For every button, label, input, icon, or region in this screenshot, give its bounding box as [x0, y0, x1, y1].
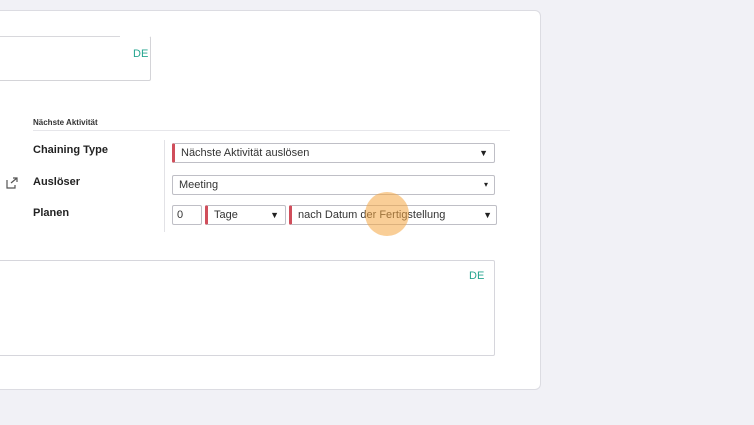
- chevron-down-icon: ▼: [483, 210, 492, 220]
- chaining-type-label: Chaining Type: [33, 144, 108, 156]
- notes-textarea[interactable]: [0, 260, 495, 356]
- chaining-type-select[interactable]: Nächste Aktivität auslösen ▼: [172, 143, 495, 163]
- trigger-select[interactable]: Meeting ▾: [172, 175, 495, 195]
- schedule-amount-value: 0: [177, 209, 184, 221]
- schedule-amount-input[interactable]: 0: [172, 205, 202, 225]
- name-field-lang-tag[interactable]: DE: [133, 48, 148, 60]
- chevron-down-icon: ▼: [479, 148, 488, 158]
- name-field[interactable]: [0, 36, 151, 81]
- schedule-reference-select[interactable]: nach Datum der Fertigstellung ▼: [289, 205, 497, 225]
- chaining-type-value: Nächste Aktivität auslösen: [181, 147, 310, 159]
- trigger-value: Meeting: [179, 179, 219, 191]
- section-divider: [33, 130, 510, 131]
- chevron-down-icon: ▼: [270, 210, 279, 220]
- section-title: Nächste Aktivität: [33, 118, 98, 127]
- notes-lang-tag[interactable]: DE: [469, 270, 484, 282]
- external-link-icon[interactable]: [5, 177, 19, 189]
- chevron-down-icon: ▾: [483, 180, 488, 189]
- column-divider: [164, 140, 165, 232]
- schedule-label: Planen: [33, 207, 70, 219]
- trigger-label: Auslöser: [33, 176, 81, 188]
- schedule-unit-value: Tage: [214, 209, 238, 221]
- schedule-unit-select[interactable]: Tage ▼: [205, 205, 286, 225]
- schedule-reference-value: nach Datum der Fertigstellung: [298, 209, 446, 221]
